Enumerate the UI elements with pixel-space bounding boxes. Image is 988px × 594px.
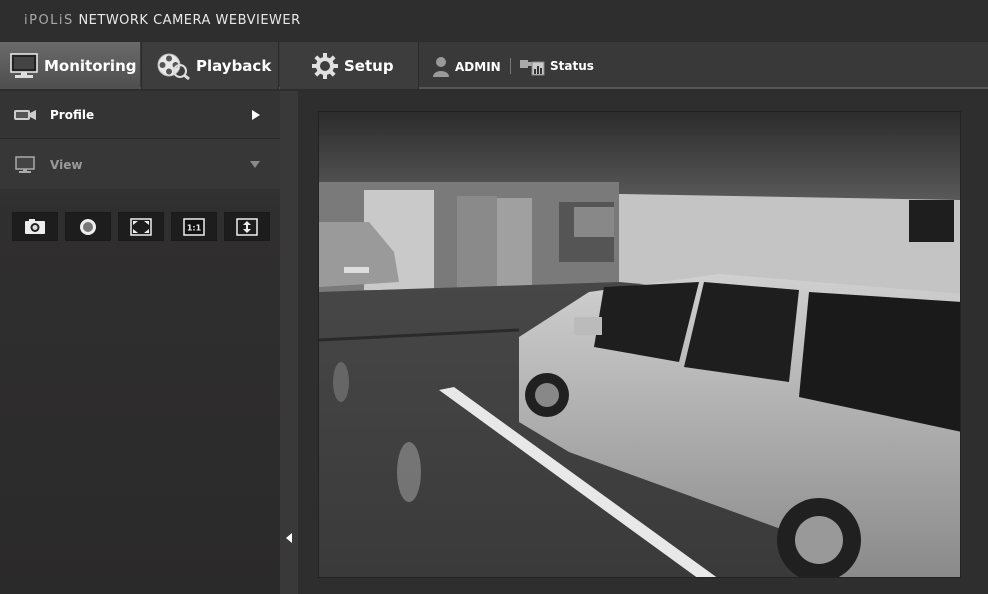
video-frame — [319, 112, 960, 577]
tab-setup[interactable]: Setup — [280, 42, 419, 89]
main-content — [298, 91, 988, 594]
user-link[interactable]: ADMIN — [432, 56, 501, 78]
sidebar-item-label: View — [50, 158, 83, 172]
sidebar-item-profile[interactable]: Profile — [0, 91, 280, 139]
chevron-right-icon — [252, 109, 260, 120]
view-toolbar: 1:1 — [12, 212, 270, 241]
user-label: ADMIN — [455, 60, 501, 74]
monitor-icon — [10, 52, 38, 78]
film-reel-icon — [157, 53, 190, 80]
one-to-one-label: 1:1 — [187, 223, 202, 232]
fit-height-icon — [236, 217, 258, 236]
chevron-down-icon — [250, 161, 260, 168]
status-icon — [520, 60, 545, 76]
sidebar: Profile View 1:1 — [0, 91, 280, 594]
monitor-icon — [15, 156, 35, 173]
tab-label: Monitoring — [44, 56, 137, 75]
one-to-one-icon: 1:1 — [183, 217, 205, 236]
record-button[interactable] — [65, 212, 111, 241]
main-nav: Monitoring Playback Setup ADMIN Status — [0, 42, 988, 89]
live-video-view[interactable] — [318, 111, 961, 578]
camera-snapshot-icon — [25, 219, 45, 234]
camera-icon — [14, 109, 36, 120]
original-size-button[interactable]: 1:1 — [171, 212, 217, 241]
fullscreen-icon — [130, 217, 152, 236]
app-title: iPOLiS NETWORK CAMERA WEBVIEWER — [24, 13, 301, 28]
status-link[interactable]: Status — [519, 56, 594, 76]
chevron-left-icon — [286, 533, 292, 543]
sidebar-collapse-handle[interactable] — [280, 91, 298, 594]
sidebar-item-view[interactable]: View — [0, 141, 280, 189]
record-icon — [80, 218, 96, 235]
nav-divider — [510, 58, 511, 74]
tab-playback[interactable]: Playback — [141, 42, 279, 89]
user-icon — [433, 57, 449, 77]
status-label: Status — [550, 59, 594, 73]
tab-label: Setup — [344, 56, 394, 75]
app-header: iPOLiS NETWORK CAMERA WEBVIEWER — [0, 0, 988, 42]
gear-icon — [312, 52, 338, 79]
snapshot-button[interactable] — [12, 212, 58, 241]
fit-height-button[interactable] — [224, 212, 270, 241]
fullscreen-button[interactable] — [118, 212, 164, 241]
app-title-text: NETWORK CAMERA WEBVIEWER — [78, 13, 301, 28]
tab-monitoring[interactable]: Monitoring — [0, 42, 140, 89]
tab-label: Playback — [196, 56, 272, 75]
brand-name: iPOLiS — [24, 13, 74, 28]
sidebar-item-label: Profile — [50, 107, 95, 122]
